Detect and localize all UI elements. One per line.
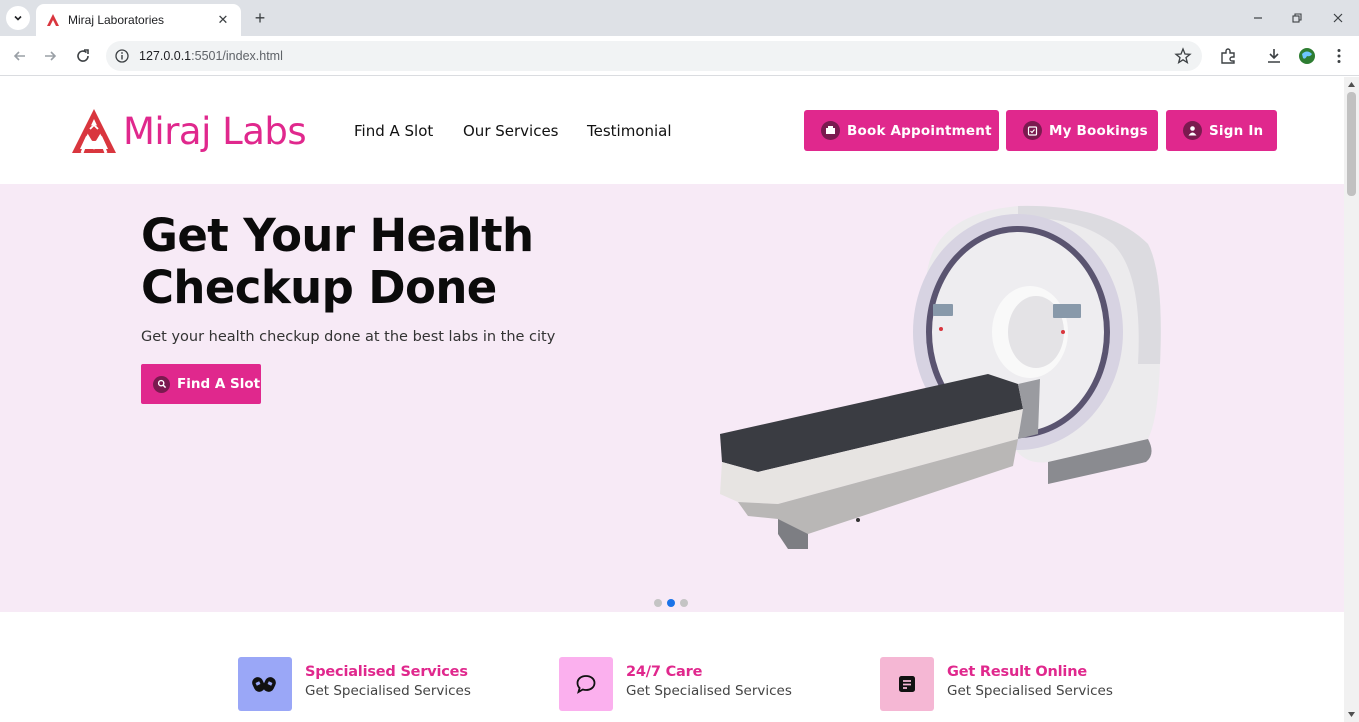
my-bookings-label: My Bookings	[1049, 122, 1148, 139]
restore-icon[interactable]	[1285, 6, 1309, 30]
feature-title: 24/7 Care	[626, 664, 703, 680]
url-text: 127.0.0.1:5501/index.html	[139, 49, 283, 63]
hero-title-line-1: Get Your Health	[141, 209, 534, 262]
feature-text: 24/7 Care Get Specialised Services	[626, 664, 792, 699]
scroll-up-arrow-icon[interactable]	[1347, 80, 1356, 89]
carousel-dot-3[interactable]	[680, 599, 688, 607]
reload-icon[interactable]	[71, 44, 95, 68]
nav-find-a-slot[interactable]: Find A Slot	[354, 122, 433, 140]
close-window-icon[interactable]	[1326, 6, 1350, 30]
feature-text: Get Result Online Get Specialised Servic…	[947, 664, 1113, 699]
browser-toolbar: 127.0.0.1:5501/index.html	[0, 36, 1359, 76]
web-page: Miraj Labs Find A Slot Our Services Test…	[0, 77, 1344, 722]
favicon-icon	[47, 14, 59, 26]
lab-logo-icon	[72, 109, 116, 154]
extensions-icon[interactable]	[1217, 45, 1239, 67]
carousel-dot-2[interactable]	[667, 599, 675, 607]
site-info-icon[interactable]	[114, 48, 130, 64]
scrollbar-thumb[interactable]	[1347, 92, 1356, 196]
feature-title: Specialised Services	[305, 664, 468, 680]
site-header: Miraj Labs Find A Slot Our Services Test…	[0, 77, 1344, 184]
chevron-down-icon	[14, 15, 22, 21]
sign-in-button[interactable]: Sign In	[1166, 110, 1277, 151]
download-icon[interactable]	[1263, 45, 1285, 67]
address-bar[interactable]: 127.0.0.1:5501/index.html	[106, 41, 1202, 71]
back-icon[interactable]	[8, 44, 32, 68]
find-a-slot-label: Find A Slot	[177, 376, 261, 392]
tab-search-button[interactable]	[6, 6, 30, 30]
user-icon	[1183, 121, 1202, 140]
calendar-check-icon	[1023, 121, 1042, 140]
close-tab-icon[interactable]: ✕	[215, 12, 231, 28]
feature-specialised-services: Specialised Services Get Specialised Ser…	[238, 657, 471, 711]
minimize-icon[interactable]	[1246, 6, 1270, 30]
browser-tab-bar: Miraj Laboratories ✕ +	[0, 0, 1359, 36]
feature-title: Get Result Online	[947, 664, 1087, 680]
new-tab-button[interactable]: +	[248, 6, 272, 30]
nav-testimonial[interactable]: Testimonial	[587, 122, 672, 140]
brand-name: Miraj Labs	[123, 109, 307, 153]
sign-in-label: Sign In	[1209, 122, 1264, 139]
search-icon	[153, 375, 170, 393]
profile-avatar-icon[interactable]	[1296, 45, 1318, 67]
menu-kebab-icon[interactable]	[1328, 45, 1350, 67]
feature-24-7-care: 24/7 Care Get Specialised Services	[559, 657, 792, 711]
my-bookings-button[interactable]: My Bookings	[1006, 110, 1158, 151]
feature-get-result-online: Get Result Online Get Specialised Servic…	[880, 657, 1113, 711]
feature-subtitle: Get Specialised Services	[947, 683, 1113, 699]
features-section: Specialised Services Get Specialised Ser…	[0, 612, 1344, 722]
tab-title: Miraj Laboratories	[68, 13, 165, 27]
page-scrollbar[interactable]	[1344, 77, 1359, 722]
feature-subtitle: Get Specialised Services	[305, 683, 471, 699]
document-icon	[880, 657, 934, 711]
chat-bubble-icon	[559, 657, 613, 711]
forward-icon[interactable]	[38, 44, 62, 68]
bookmark-star-icon[interactable]	[1174, 47, 1192, 65]
hero-subtitle: Get your health checkup done at the best…	[141, 329, 556, 345]
feature-text: Specialised Services Get Specialised Ser…	[305, 664, 471, 699]
book-appointment-button[interactable]: Book Appointment	[804, 110, 999, 151]
hero-carousel: Get Your Health Checkup Done Get your he…	[0, 184, 1344, 612]
pills-icon	[238, 657, 292, 711]
carousel-indicators	[654, 599, 688, 607]
browser-tab[interactable]: Miraj Laboratories ✕	[36, 4, 241, 36]
nav-our-services[interactable]: Our Services	[463, 122, 559, 140]
ct-scanner-image	[720, 205, 1161, 549]
feature-subtitle: Get Specialised Services	[626, 683, 792, 699]
hero-title: Get Your Health Checkup Done	[141, 210, 661, 314]
book-appointment-label: Book Appointment	[847, 122, 992, 139]
brand-logo[interactable]: Miraj Labs	[70, 107, 307, 155]
carousel-dot-1[interactable]	[654, 599, 662, 607]
scroll-down-arrow-icon[interactable]	[1347, 710, 1356, 719]
calendar-book-icon	[821, 121, 840, 140]
find-a-slot-button[interactable]: Find A Slot	[141, 364, 261, 404]
hero-title-line-2: Checkup Done	[141, 261, 497, 314]
